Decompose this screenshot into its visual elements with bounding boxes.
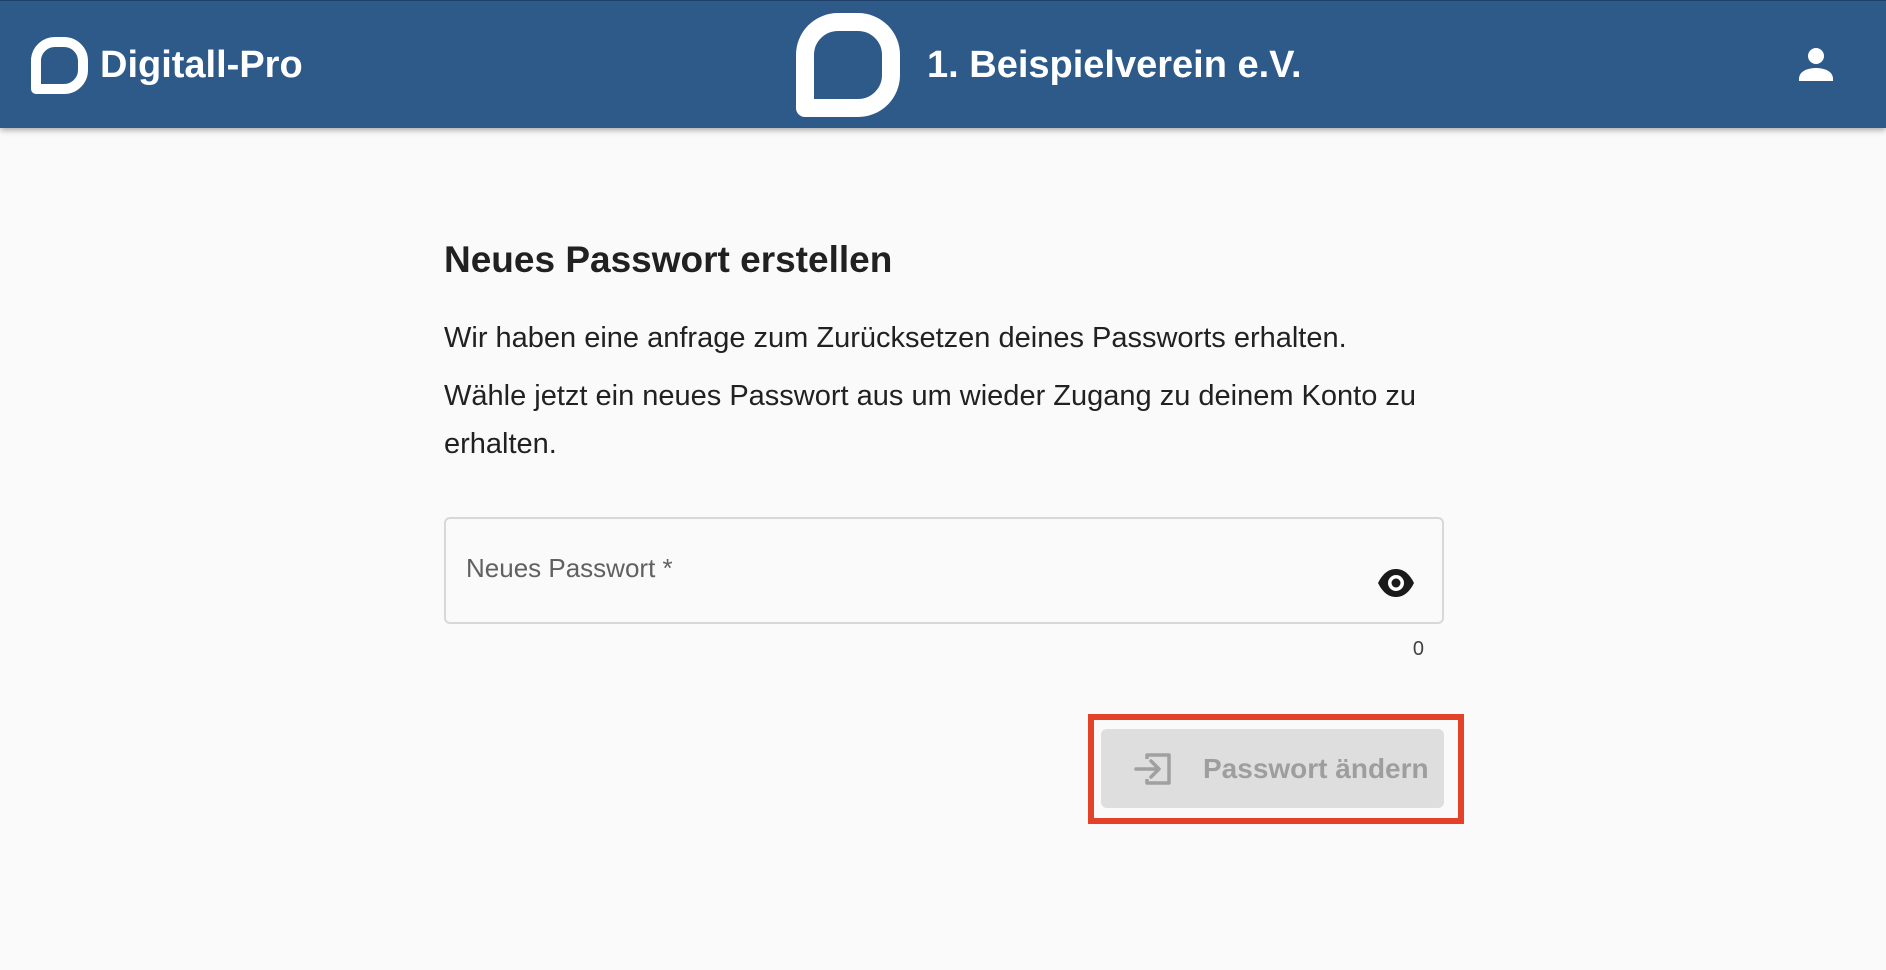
toggle-password-visibility-button[interactable]: [1376, 563, 1416, 603]
brand[interactable]: Digitall-Pro: [31, 37, 303, 94]
brand-logo-icon: [31, 37, 88, 94]
new-password-field[interactable]: Neues Passwort *: [444, 517, 1444, 624]
info-text: Wir haben eine anfrage zum Zurücksetzen …: [444, 322, 1347, 354]
club-name: 1. Beispielverein e.V.: [927, 44, 1302, 86]
brand-name: Digitall-Pro: [100, 44, 303, 86]
club: 1. Beispielverein e.V.: [796, 13, 1302, 117]
change-password-label: Passwort ändern: [1203, 752, 1429, 784]
page-title: Neues Passwort erstellen: [444, 239, 893, 280]
club-logo-icon: [796, 13, 900, 117]
new-password-label: Neues Passwort *: [466, 553, 673, 583]
account-button[interactable]: [1796, 45, 1836, 85]
eye-icon: [1378, 569, 1414, 597]
app-header: Digitall-Pro 1. Beispielverein e.V.: [0, 0, 1886, 128]
instruction-text-line-2: erhalten.: [444, 428, 557, 460]
login-arrow-icon: [1134, 752, 1171, 785]
instruction-text-line-1: Wähle jetzt ein neues Passwort aus um wi…: [444, 380, 1417, 412]
reset-password-panel: Neues Passwort erstellen Wir haben eine …: [444, 230, 1444, 468]
character-counter: 0: [1412, 638, 1424, 660]
change-password-button[interactable]: Passwort ändern: [1101, 729, 1444, 808]
person-icon: [1799, 48, 1833, 81]
